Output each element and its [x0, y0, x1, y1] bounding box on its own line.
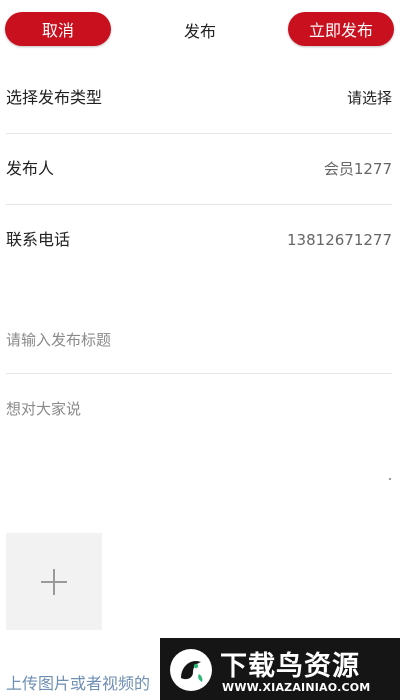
add-media-button[interactable] — [6, 533, 102, 630]
phone-value[interactable]: 13812671277 — [287, 205, 392, 275]
textarea-resize-handle — [389, 478, 391, 480]
publisher-label: 发布人 — [6, 159, 55, 178]
content-textarea[interactable]: 想对大家说 — [6, 398, 81, 419]
plus-icon — [41, 568, 67, 595]
bird-logo-icon — [170, 649, 212, 691]
phone-row[interactable]: 联系电话 13812671277 — [0, 205, 400, 275]
top-bar: 取消 发布 立即发布 — [0, 0, 400, 60]
title-input[interactable]: 请输入发布标题 — [6, 329, 111, 350]
publisher-row: 发布人 会员1277 — [0, 134, 400, 204]
watermark-title: 下载鸟资源 — [220, 651, 360, 682]
publish-now-button[interactable]: 立即发布 — [288, 12, 394, 46]
publish-type-label: 选择发布类型 — [6, 88, 103, 107]
watermark-banner: 下载鸟资源 WWW.XIAZAINIAO.COM — [160, 638, 400, 700]
publish-type-row[interactable]: 选择发布类型 请选择 — [0, 63, 400, 133]
publisher-value: 会员1277 — [323, 160, 392, 178]
phone-label: 联系电话 — [6, 230, 71, 249]
publish-type-selector[interactable]: 请选择 — [347, 63, 392, 133]
divider — [6, 373, 392, 374]
upload-hint: 上传图片或者视频的 — [6, 674, 151, 693]
watermark-url: WWW.XIAZAINIAO.COM — [222, 681, 371, 694]
